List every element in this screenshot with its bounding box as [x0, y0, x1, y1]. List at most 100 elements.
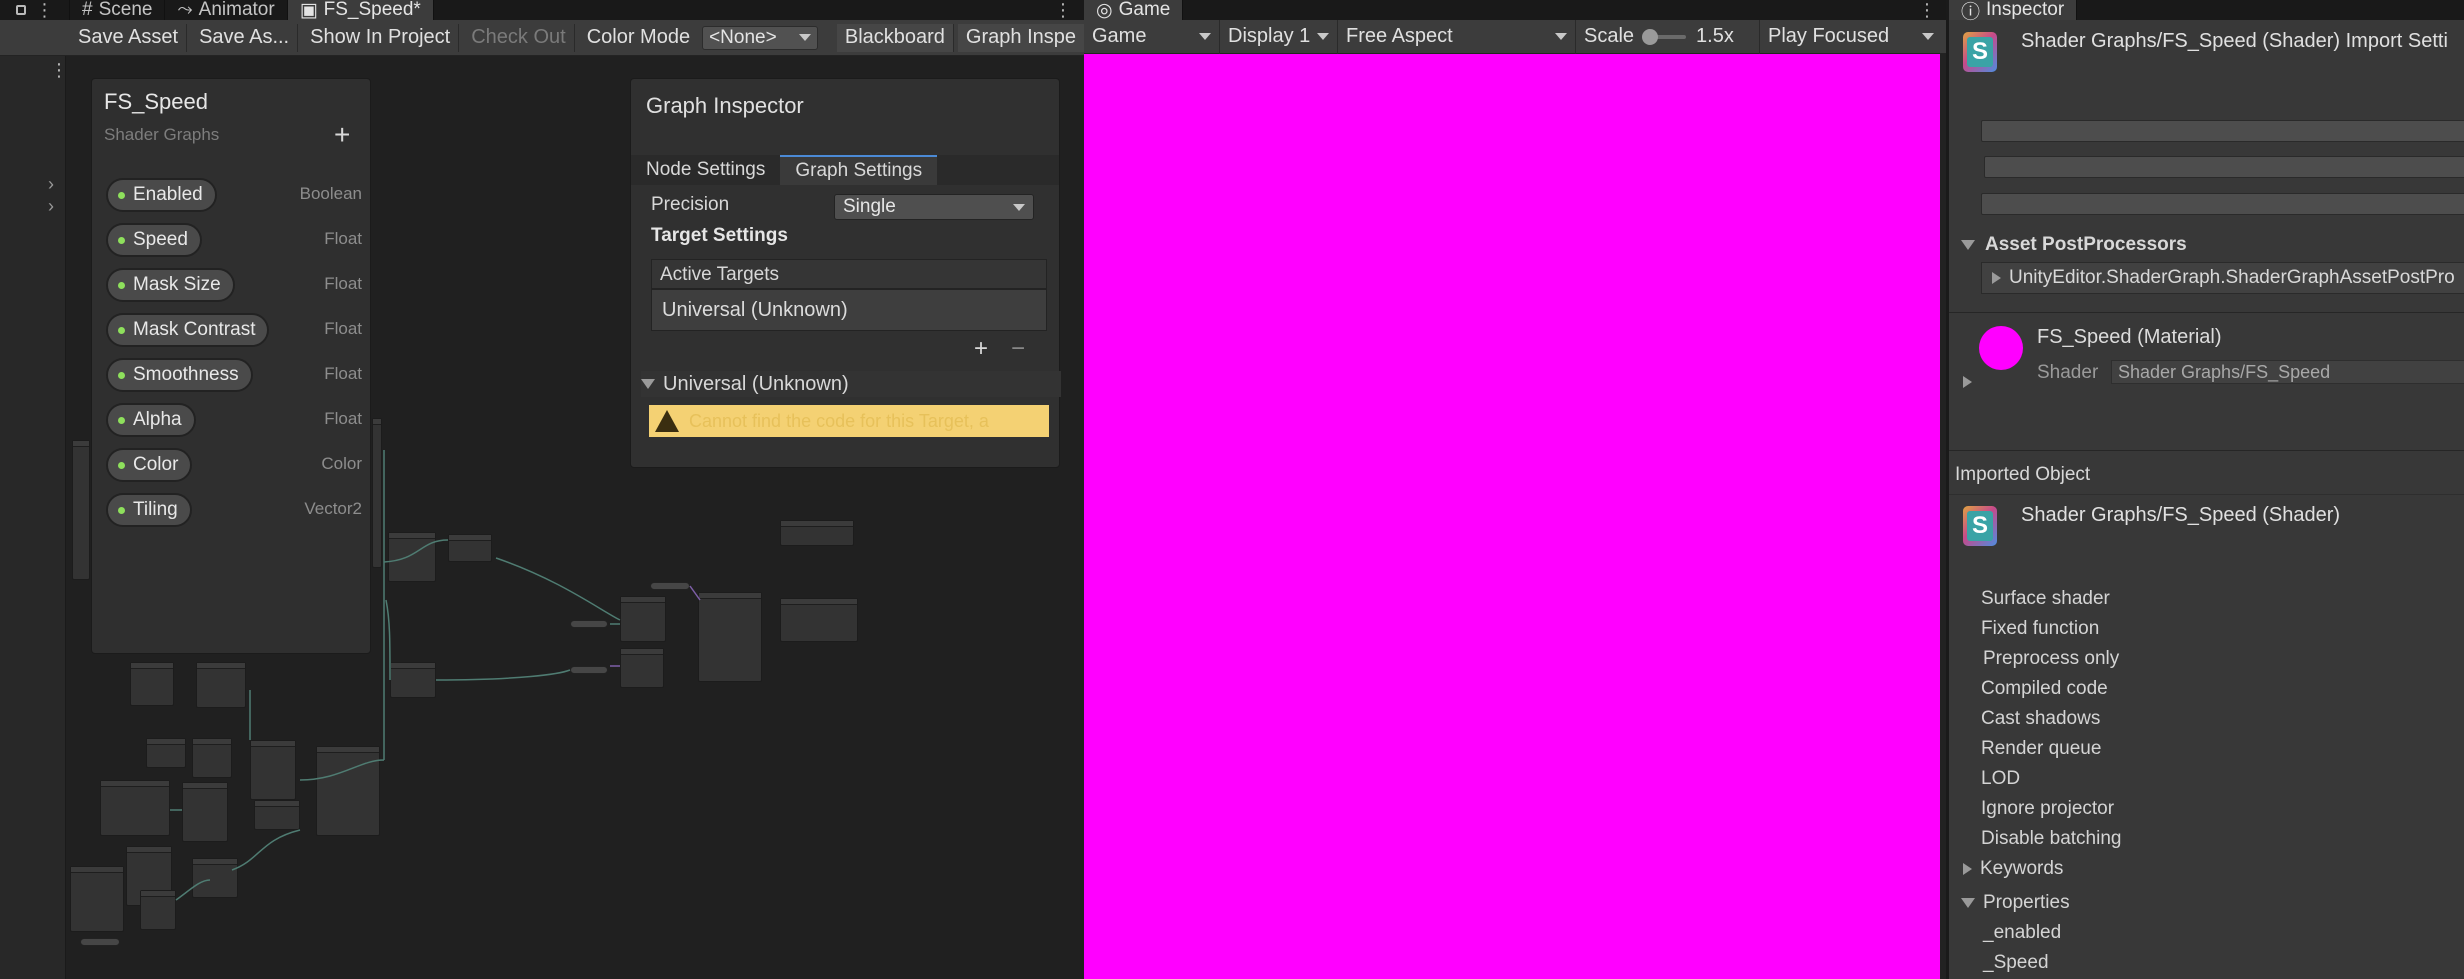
properties-foldout[interactable]: Properties: [1961, 892, 2070, 914]
play-mode-dropdown[interactable]: Play Focused: [1760, 20, 1942, 54]
property-type: Float: [324, 229, 362, 248]
asset-postprocessors-foldout[interactable]: Asset PostProcessors: [1961, 234, 2187, 256]
foldout-arrow-icon: [1961, 898, 1975, 908]
blackboard-property-smoothness[interactable]: Smoothness Float: [106, 358, 362, 392]
target-warning-box: Cannot find the code for this Target, a: [649, 405, 1049, 437]
chevron-down-icon: [1555, 33, 1567, 40]
precision-value: Single: [843, 196, 896, 217]
exposed-dot-icon: [118, 236, 125, 244]
scale-slider-thumb[interactable]: [1642, 28, 1659, 45]
scale-label: Scale: [1584, 25, 1635, 47]
tab-inspector-label: Inspector: [1986, 0, 2065, 20]
inspector-header-title: Shader Graphs/FS_Speed (Shader) Import S…: [2021, 30, 2448, 52]
scale-slider[interactable]: [1642, 28, 1687, 45]
divider: [1949, 312, 2464, 313]
chevron-down-icon: [1013, 203, 1025, 211]
tab-graph-settings[interactable]: Graph Settings: [780, 155, 938, 185]
property-pill[interactable]: Alpha: [106, 403, 196, 437]
property-type: Float: [324, 274, 362, 293]
blackboard-title: FS_Speed: [104, 89, 208, 114]
foldout-label: Universal (Unknown): [663, 372, 849, 395]
properties-label: Properties: [1983, 892, 2070, 913]
scale-value: 1.5x: [1696, 25, 1734, 47]
info-fixed-function: Fixed function: [1981, 618, 2100, 639]
precision-dropdown[interactable]: Single: [834, 194, 1034, 220]
property-type: Vector2: [304, 499, 362, 518]
scale-control: Scale 1.5x: [1576, 19, 1760, 54]
postprocessor-item[interactable]: UnityEditor.ShaderGraph.ShaderGraphAsset…: [1981, 262, 2464, 294]
blackboard-property-mask-contrast[interactable]: Mask Contrast Float: [106, 313, 362, 347]
foldout-arrow-icon: [1963, 863, 1972, 875]
exposed-dot-icon: [118, 506, 125, 514]
tab-game-label: Game: [1118, 0, 1171, 20]
import-setting-field[interactable]: [1981, 120, 2464, 142]
tab-inspector[interactable]: ⓘ Inspector: [1949, 0, 2078, 23]
add-property-button[interactable]: +: [334, 119, 350, 151]
blackboard-property-speed[interactable]: Speed Float: [106, 223, 362, 257]
property-name: Smoothness: [133, 364, 239, 385]
shader-label: Shader: [2037, 362, 2099, 383]
aspect-dropdown[interactable]: Free Aspect: [1338, 19, 1576, 54]
chevron-down-icon: [1317, 33, 1329, 40]
remove-target-button[interactable]: −: [1003, 335, 1033, 362]
display-dropdown[interactable]: Display 1: [1220, 19, 1338, 54]
precision-label: Precision: [651, 194, 730, 215]
property-pill[interactable]: Speed: [106, 223, 202, 257]
info-preprocess-only: Preprocess only: [1983, 648, 2120, 669]
info-cast-shadows: Cast shadows: [1981, 708, 2101, 729]
imported-object-heading: Imported Object: [1955, 464, 2091, 485]
property-name: Enabled: [133, 184, 203, 205]
game-mode-dropdown[interactable]: Game: [1084, 19, 1220, 54]
material-expand-icon[interactable]: [1963, 376, 1972, 388]
property-name: Color: [133, 454, 179, 475]
graph-inspector-tabs: Node Settings Graph Settings: [631, 155, 1059, 185]
blackboard-property-color[interactable]: Color Color: [106, 448, 362, 482]
add-target-button[interactable]: +: [966, 335, 996, 362]
material-preview-sphere: [1979, 326, 2023, 370]
property-pill[interactable]: Mask Size: [106, 268, 235, 302]
game-viewport[interactable]: [1084, 54, 1940, 979]
blackboard-subtitle: Shader Graphs: [104, 125, 220, 144]
target-settings-heading: Target Settings: [651, 225, 788, 246]
inspector-tab-bar: ⓘ Inspector: [1949, 0, 2464, 23]
property-pill[interactable]: Enabled: [106, 178, 217, 212]
exposed-dot-icon: [118, 461, 125, 469]
exposed-dot-icon: [118, 371, 125, 379]
graph-inspector-title: Graph Inspector: [646, 93, 804, 118]
blackboard-panel: FS_Speed Shader Graphs + Enabled Boolean…: [91, 78, 371, 654]
keywords-foldout[interactable]: Keywords: [1963, 858, 2063, 880]
expand-arrow-icon: [1992, 272, 2001, 284]
exposed-dot-icon: [118, 326, 125, 334]
property-pill[interactable]: Smoothness: [106, 358, 253, 392]
inspector-window: ⓘ Inspector S Shader Graphs/FS_Speed (Sh…: [1946, 0, 2464, 979]
info-compiled-code: Compiled code: [1981, 678, 2108, 699]
shader-field[interactable]: Shader Graphs/FS_Speed: [2111, 360, 2464, 384]
import-setting-field[interactable]: [1984, 156, 2464, 178]
import-setting-field[interactable]: [1981, 193, 2464, 215]
tab-game[interactable]: ◎ Game: [1084, 0, 1184, 21]
tab-node-settings[interactable]: Node Settings: [631, 155, 780, 185]
exposed-dot-icon: [118, 416, 125, 424]
property-pill[interactable]: Color: [106, 448, 193, 482]
active-targets-header: Active Targets: [651, 259, 1047, 289]
universal-target-foldout[interactable]: Universal (Unknown): [641, 371, 1061, 397]
property-speed: _Speed: [1983, 952, 2049, 973]
active-target-item[interactable]: Universal (Unknown): [651, 289, 1047, 331]
property-type: Boolean: [299, 184, 362, 203]
exposed-dot-icon: [118, 281, 125, 289]
graph-inspector-panel: Graph Inspector Node Settings Graph Sett…: [630, 78, 1061, 468]
gamepad-icon: ◎: [1096, 0, 1113, 21]
blackboard-property-mask-size[interactable]: Mask Size Float: [106, 268, 362, 302]
property-pill[interactable]: Tiling: [106, 493, 192, 527]
divider: [1949, 494, 2464, 495]
blackboard-property-enabled[interactable]: Enabled Boolean: [106, 178, 362, 212]
property-pill[interactable]: Mask Contrast: [106, 313, 270, 347]
tab-menu-icon[interactable]: ⋮: [1918, 0, 1946, 21]
shader-asset-icon: S: [1963, 32, 1997, 72]
blackboard-property-tiling[interactable]: Tiling Vector2: [106, 493, 362, 527]
property-name: Speed: [133, 229, 188, 250]
blackboard-property-alpha[interactable]: Alpha Float: [106, 403, 362, 437]
material-name: FS_Speed (Material): [2037, 326, 2222, 348]
info-ignore-projector: Ignore projector: [1981, 798, 2115, 819]
property-name: Tiling: [133, 499, 178, 520]
